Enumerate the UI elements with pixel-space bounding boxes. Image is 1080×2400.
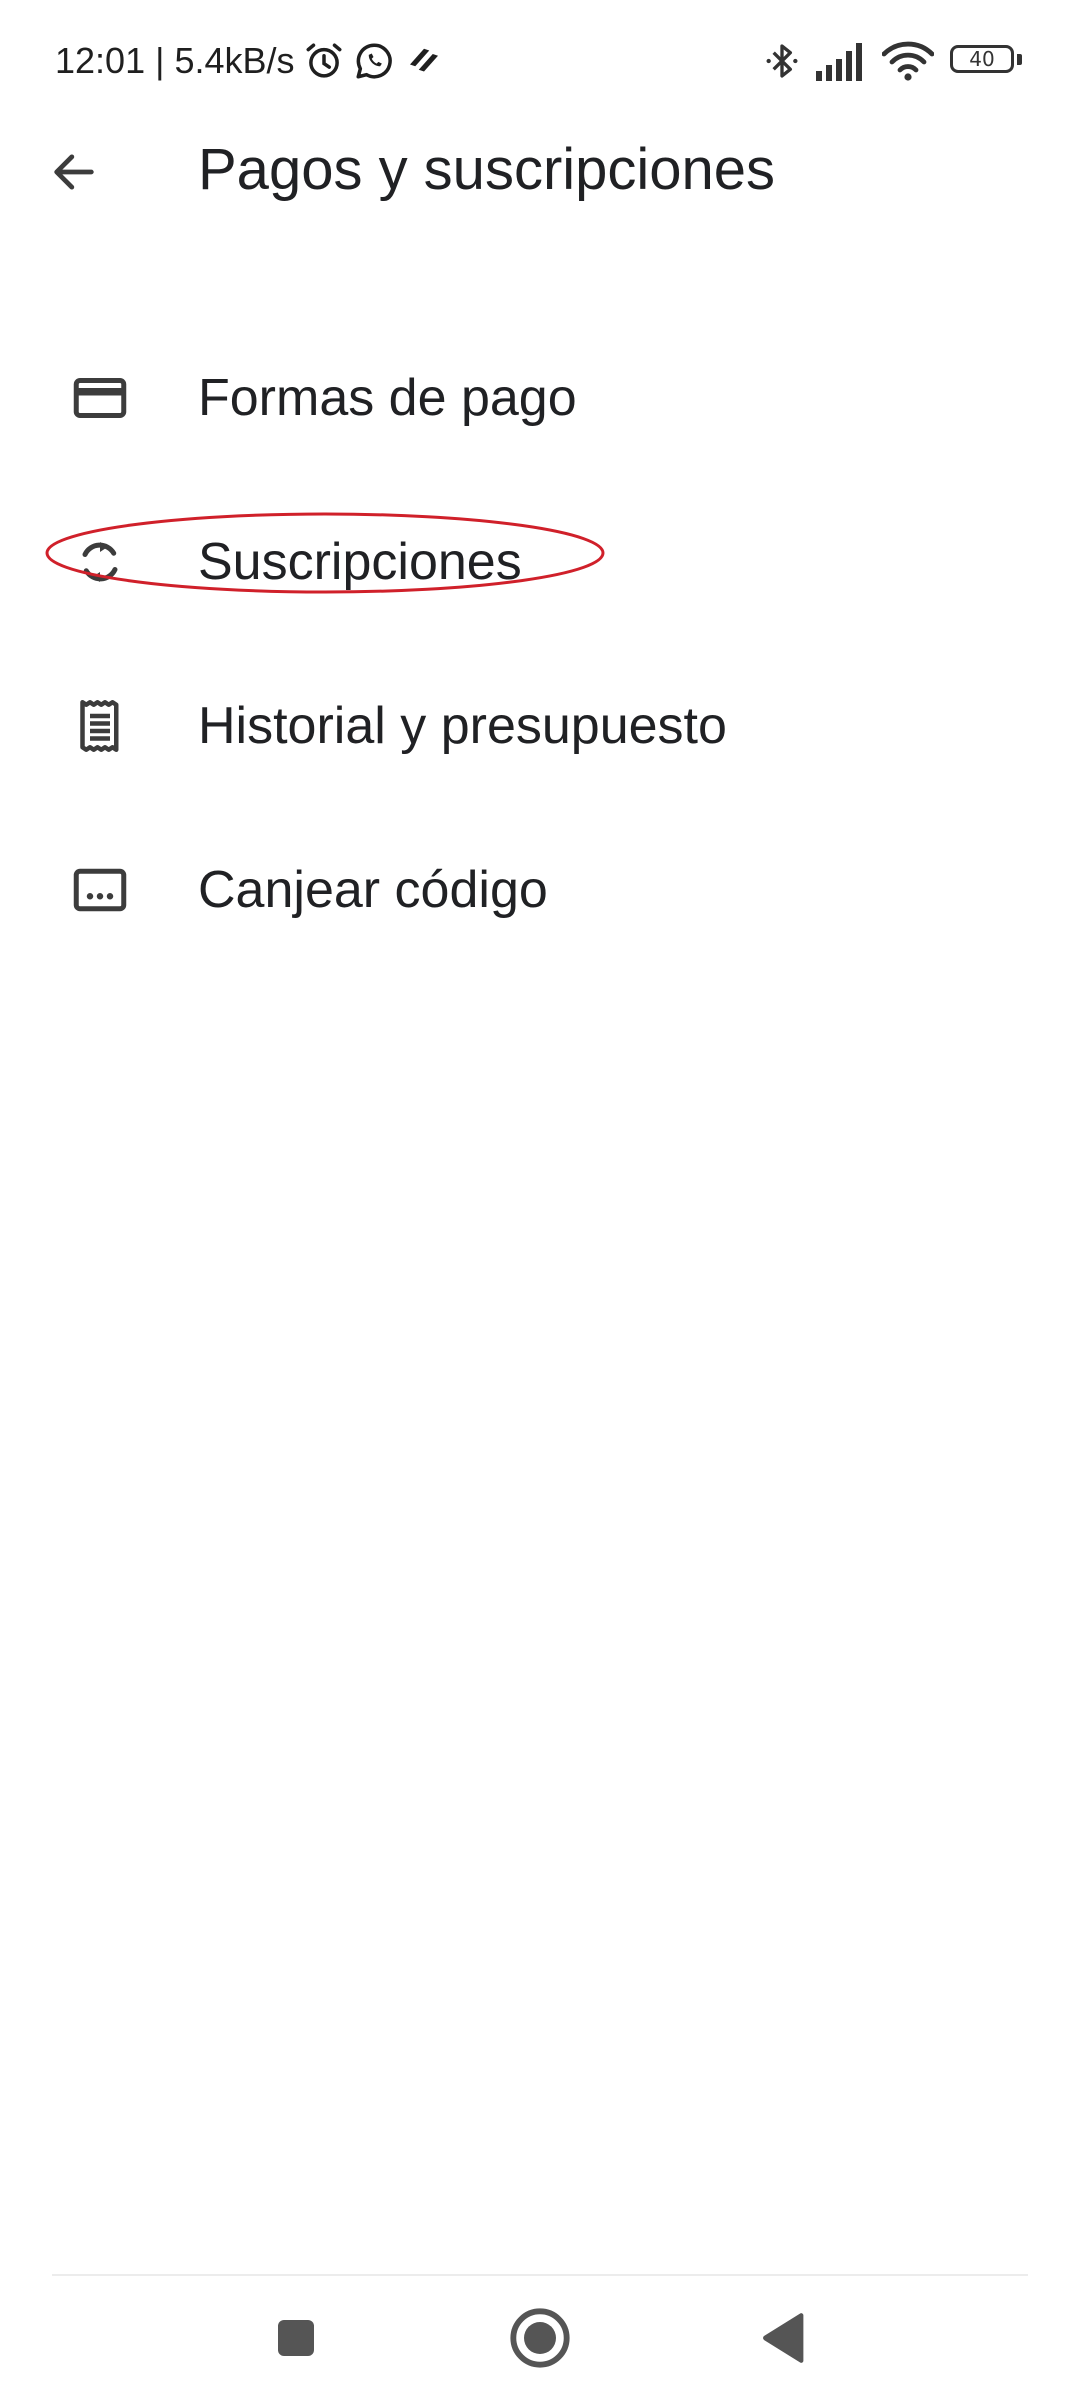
battery-icon: 40 [950,45,1022,77]
home-icon [510,2308,570,2368]
menu-item-label: Canjear código [198,861,548,919]
app-notification-icon [409,48,438,72]
navigation-bar [0,2276,1080,2400]
status-left: 12:01 | 5.4kB/s [55,38,445,84]
menu-item-formas-de-pago[interactable]: Formas de pago [0,316,1080,480]
recents-button[interactable] [256,2298,336,2378]
status-right: 40 [748,36,1022,86]
menu-item-historial-y-presupuesto[interactable]: Historial y presupuesto [0,644,1080,808]
triangle-back-icon [763,2313,804,2363]
credit-card-icon [64,362,136,434]
autorenew-icon [64,526,136,598]
arrow-back-icon [54,154,94,190]
wifi-icon [882,41,934,81]
menu-list: Formas de pago Suscripciones Historial y… [0,316,1080,972]
signal-icon [816,43,862,81]
back-button[interactable] [34,132,114,212]
battery-level: 40 [950,45,1014,73]
battery-tip [1017,54,1022,65]
menu-item-label: Suscripciones [198,533,522,591]
bluetooth-icon [766,44,798,78]
whatsapp-icon [356,43,392,79]
menu-item-suscripciones[interactable]: Suscripciones [0,480,1080,644]
receipt-icon [64,690,136,762]
menu-item-label: Formas de pago [198,369,577,427]
recents-icon [278,2320,314,2356]
nav-back-button[interactable] [744,2298,824,2378]
app-bar: Pagos y suscripciones [0,120,1080,220]
menu-item-label: Historial y presupuesto [198,697,727,755]
page-title: Pagos y suscripciones [198,137,776,202]
status-time-speed: 12:01 | 5.4kB/s [55,40,295,81]
menu-item-canjear-codigo[interactable]: Canjear código [0,808,1080,972]
alarm-icon [306,43,342,78]
status-bar: 12:01 | 5.4kB/s 40 [0,0,1080,120]
screen: 12:01 | 5.4kB/s 40 Pagos y suscripciones… [0,0,1080,2400]
redeem-code-icon [64,854,136,926]
home-button[interactable] [500,2298,580,2378]
